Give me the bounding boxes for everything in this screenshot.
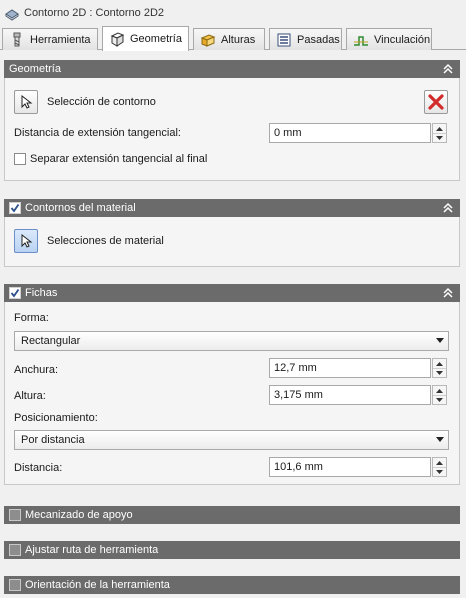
forma-select-value: Rectangular <box>21 335 81 347</box>
tab-herramienta[interactable]: Herramienta <box>2 28 98 50</box>
spin-down-icon[interactable] <box>433 467 446 476</box>
distancia-label: Distancia: <box>14 462 63 474</box>
dropdown-arrow-icon <box>436 437 444 442</box>
distancia-spinner[interactable] <box>432 457 447 477</box>
tab-bar: Herramienta Geometría Alturas Pasadas Vi… <box>0 26 466 51</box>
tab-label: Vinculación <box>374 33 431 46</box>
tangential-extension-spinner[interactable] <box>432 123 447 143</box>
separate-extension-label: Separar extensión tangencial al final <box>30 153 208 165</box>
section-header-geometria[interactable]: Geometría <box>4 60 460 78</box>
posicionamiento-label: Posicionamiento: <box>14 412 98 424</box>
collapse-chevron-icon[interactable] <box>442 202 454 214</box>
altura-input[interactable]: 3,175 mm <box>269 385 431 405</box>
passes-icon <box>277 33 291 46</box>
delete-x-icon <box>428 94 444 110</box>
cursor-arrow-icon <box>21 95 33 109</box>
anchura-input[interactable]: 12,7 mm <box>269 358 431 378</box>
tool-icon <box>13 32 21 46</box>
dropdown-arrow-icon <box>436 338 444 343</box>
spin-up-icon[interactable] <box>433 359 446 368</box>
section-title: Mecanizado de apoyo <box>25 509 133 521</box>
window-titlebar: Contorno 2D : Contorno 2D2 <box>0 0 466 26</box>
separate-extension-checkbox[interactable] <box>14 153 26 165</box>
cursor-arrow-icon <box>21 234 33 248</box>
section-header-orientacion[interactable]: Orientación de la herramienta <box>4 576 460 594</box>
anchura-spinner[interactable] <box>432 358 447 378</box>
posicionamiento-select[interactable]: Por distancia <box>14 430 449 450</box>
tab-pasadas[interactable]: Pasadas <box>269 28 342 50</box>
mecanizado-apoyo-checkbox[interactable] <box>9 509 21 521</box>
checkmark-icon <box>10 203 20 213</box>
ajustar-ruta-checkbox[interactable] <box>9 544 21 556</box>
spin-up-icon[interactable] <box>433 386 446 395</box>
section-title: Orientación de la herramienta <box>25 579 170 591</box>
delete-contour-button[interactable] <box>424 90 448 114</box>
anchura-label: Anchura: <box>14 364 59 376</box>
material-select-button[interactable] <box>14 229 38 253</box>
section-title: Ajustar ruta de herramienta <box>25 544 159 556</box>
material-select-label: Selecciones de material <box>47 235 164 247</box>
collapse-chevron-icon[interactable] <box>442 287 454 299</box>
separate-extension-row[interactable]: Separar extensión tangencial al final <box>14 153 207 165</box>
contour-select-label: Selección de contorno <box>47 96 156 108</box>
distancia-input[interactable]: 101,6 mm <box>269 457 431 477</box>
material-enable-checkbox[interactable] <box>9 202 21 214</box>
section-title: Fichas <box>25 287 58 299</box>
spin-down-icon[interactable] <box>433 133 446 142</box>
forma-label: Forma: <box>14 312 49 324</box>
spin-down-icon[interactable] <box>433 368 446 377</box>
contour-select-button[interactable] <box>14 90 38 114</box>
contour-2d-icon <box>5 9 19 21</box>
tab-geometria[interactable]: Geometría <box>102 26 189 51</box>
window-title: Contorno 2D : Contorno 2D2 <box>24 7 165 19</box>
section-header-mecanizado-apoyo[interactable]: Mecanizado de apoyo <box>4 506 460 524</box>
section-header-material[interactable]: Contornos del material <box>4 199 460 217</box>
forma-select[interactable]: Rectangular <box>14 331 449 351</box>
section-title: Contornos del material <box>25 202 136 214</box>
tab-alturas[interactable]: Alturas <box>193 28 265 50</box>
orientacion-checkbox[interactable] <box>9 579 21 591</box>
collapse-chevron-icon[interactable] <box>442 63 454 75</box>
section-header-ajustar-ruta[interactable]: Ajustar ruta de herramienta <box>4 541 460 559</box>
spin-up-icon[interactable] <box>433 124 446 133</box>
spin-up-icon[interactable] <box>433 458 446 467</box>
cube-icon <box>110 32 125 47</box>
heights-icon <box>200 33 216 47</box>
altura-label: Altura: <box>14 390 46 402</box>
section-header-fichas[interactable]: Fichas <box>4 284 460 302</box>
altura-spinner[interactable] <box>432 385 447 405</box>
tab-label: Alturas <box>221 33 256 46</box>
checkmark-icon <box>10 288 20 298</box>
tangential-extension-input[interactable]: 0 mm <box>269 123 431 143</box>
section-title: Geometría <box>9 63 61 75</box>
tab-label: Pasadas <box>297 33 340 46</box>
fichas-enable-checkbox[interactable] <box>9 287 21 299</box>
posicionamiento-select-value: Por distancia <box>21 434 85 446</box>
linking-icon <box>354 35 368 46</box>
spin-down-icon[interactable] <box>433 395 446 404</box>
tab-label: Geometría <box>130 33 182 45</box>
tangential-extension-label: Distancia de extensión tangencial: <box>14 127 181 139</box>
tab-vinculacion[interactable]: Vinculación <box>346 28 432 50</box>
tab-label: Herramienta <box>30 33 91 46</box>
